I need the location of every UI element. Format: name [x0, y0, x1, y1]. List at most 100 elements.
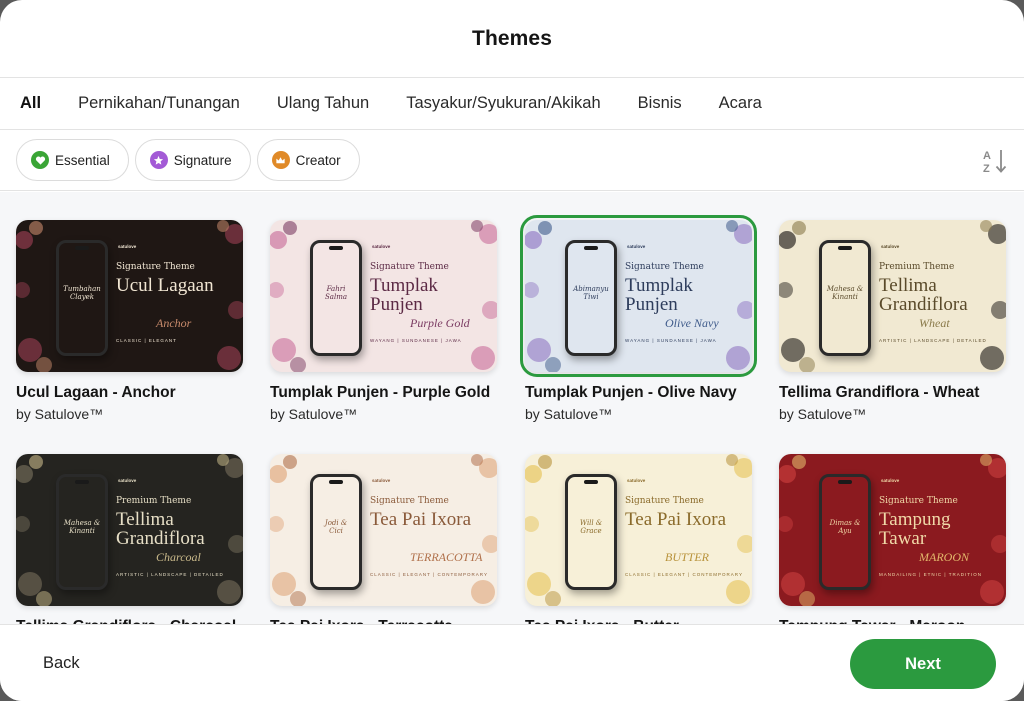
theme-tags-label: ARTISTIC | LANDSCAPE | DETAILED [116, 572, 224, 577]
brand-mark: satulove [881, 244, 900, 249]
theme-tags-label: CLASSIC | ELEGANT [116, 338, 177, 343]
floral-decoration-icon [270, 221, 306, 372]
theme-title: Tumplak Punjen - Purple Gold [270, 384, 491, 401]
theme-tier-label: Signature Theme [116, 262, 195, 272]
theme-card[interactable]: Will & Grace satulove Signature Theme Te… [525, 454, 752, 624]
theme-title: Tumplak Punjen - Olive Navy [525, 384, 737, 401]
floral-decoration-icon [270, 455, 306, 606]
tab-ulang-tahun[interactable]: Ulang Tahun [277, 94, 369, 113]
theme-variant-label: Wheat [919, 316, 950, 330]
theme-name-label: Tampung Tawar [879, 509, 951, 549]
theme-thumbnail: Mahesa & Kinanti satulove Premium Theme … [779, 220, 1006, 372]
theme-author: by Satulove™ [525, 406, 613, 422]
filter-chip-label: Signature [173, 152, 232, 168]
theme-thumbnail: Mahesa & Kinanti satulove Premium Theme … [16, 454, 243, 606]
filter-chip-signature[interactable]: Signature [134, 139, 251, 181]
theme-tags-label: ARTISTIC | LANDSCAPE | DETAILED [879, 338, 987, 343]
modal-footer: Back Next [0, 624, 1024, 701]
tab-bisnis[interactable]: Bisnis [638, 94, 682, 113]
category-tabs: All Pernikahan/Tunangan Ulang Tahun Tasy… [0, 78, 1024, 130]
theme-tags-label: MANDAILING | ETNIC | TRADITION [879, 572, 983, 577]
theme-thumbnail: Dimas & Ayu satulove Signature Theme Tam… [779, 454, 1006, 606]
theme-tier-label: Premium Theme [116, 496, 192, 506]
theme-card[interactable]: Fahri Salma satulove Signature Theme Tum… [270, 220, 497, 422]
theme-variant-label: MAROON [919, 550, 969, 564]
theme-tier-label: Signature Theme [879, 496, 958, 506]
floral-decoration-icon [217, 220, 243, 370]
svg-text:Z: Z [983, 163, 990, 174]
floral-decoration-icon [471, 454, 497, 604]
floral-decoration-icon [525, 455, 561, 606]
next-button[interactable]: Next [850, 639, 996, 689]
phone-mockup: Will & Grace [565, 474, 617, 590]
theme-tags-label: CLASSIC | ELEGANT | CONTEMPORARY [370, 572, 488, 577]
theme-thumbnail: Abimanyu Tiwi satulove Signature Theme T… [520, 215, 757, 377]
modal-header: Themes [0, 0, 1024, 78]
theme-name-label: Tellima Grandiflora [116, 509, 205, 549]
brand-mark: satulove [372, 478, 391, 483]
tab-tasyakur-syukuran-akikah[interactable]: Tasyakur/Syukuran/Akikah [406, 94, 600, 113]
theme-tier-label: Signature Theme [625, 262, 704, 272]
theme-title: Ucul Lagaan - Anchor [16, 384, 176, 401]
theme-name-label: Tea Pai Ixora [625, 509, 727, 530]
themes-modal: Themes All Pernikahan/Tunangan Ulang Tah… [0, 0, 1024, 701]
theme-tags-label: WAYANG | SUNDANESE | JAWA [625, 338, 717, 343]
theme-card[interactable]: Jodi & Cici satulove Signature Theme Tea… [270, 454, 497, 624]
theme-card[interactable]: Abimanyu Tiwi satulove Signature Theme T… [520, 215, 757, 422]
theme-card[interactable]: Mahesa & Kinanti satulove Premium Theme … [779, 220, 1006, 422]
theme-tier-label: Premium Theme [879, 262, 955, 272]
tab-all[interactable]: All [20, 94, 41, 113]
theme-tier-label: Signature Theme [370, 262, 449, 272]
theme-name-label: Tumplak Punjen [370, 275, 438, 315]
theme-name-label: Tellima Grandiflora [879, 275, 968, 315]
crown-icon [271, 151, 290, 169]
theme-tags-label: CLASSIC | ELEGANT | CONTEMPORARY [625, 572, 743, 577]
theme-variant-label: Anchor [156, 316, 192, 330]
filter-chip-label: Creator [295, 152, 341, 168]
phone-mockup: Jodi & Cici [310, 474, 362, 590]
brand-mark: satulove [627, 478, 646, 483]
theme-variant-label: Olive Navy [665, 316, 719, 330]
theme-card[interactable]: Mahesa & Kinanti satulove Premium Theme … [16, 454, 243, 624]
floral-decoration-icon [525, 221, 561, 372]
phone-mockup: Abimanyu Tiwi [565, 240, 617, 356]
theme-variant-label: Purple Gold [410, 316, 470, 330]
theme-name-label: Ucul Lagaan [116, 275, 214, 296]
theme-thumbnail: Will & Grace satulove Signature Theme Te… [525, 454, 752, 606]
floral-decoration-icon [779, 455, 815, 606]
theme-thumbnail: Tumbahan Clayek satulove Signature Theme… [16, 220, 243, 372]
phone-mockup: Fahri Salma [310, 240, 362, 356]
brand-mark: satulove [372, 244, 391, 249]
filter-bar: Essential Signature Creator A Z [0, 130, 1024, 191]
theme-name-label: Tumplak Punjen [625, 275, 693, 315]
page-title: Themes [472, 26, 552, 50]
brand-mark: satulove [118, 478, 137, 483]
theme-author: by Satulove™ [779, 406, 867, 422]
theme-tier-label: Signature Theme [625, 496, 704, 506]
brand-mark: satulove [627, 244, 646, 249]
floral-decoration-icon [16, 221, 52, 372]
theme-card[interactable]: Dimas & Ayu satulove Signature Theme Tam… [779, 454, 1006, 624]
back-button[interactable]: Back [43, 654, 80, 673]
theme-thumbnail: Jodi & Cici satulove Signature Theme Tea… [270, 454, 497, 606]
tab-acara[interactable]: Acara [719, 94, 762, 113]
theme-card[interactable]: Tumbahan Clayek satulove Signature Theme… [16, 220, 243, 422]
phone-mockup: Dimas & Ayu [819, 474, 871, 590]
phone-mockup: Tumbahan Clayek [56, 240, 108, 356]
tab-pernikahan-tunangan[interactable]: Pernikahan/Tunangan [78, 94, 240, 113]
theme-title: Tellima Grandiflora - Wheat [779, 384, 980, 401]
brand-mark: satulove [118, 244, 137, 249]
floral-decoration-icon [779, 221, 815, 372]
phone-mockup: Mahesa & Kinanti [819, 240, 871, 356]
filter-chip-essential[interactable]: Essential [16, 139, 129, 181]
theme-thumbnail: Fahri Salma satulove Signature Theme Tum… [270, 220, 497, 372]
theme-tags-label: WAYANG | SUNDANESE | JAWA [370, 338, 462, 343]
sort-az-icon[interactable]: A Z [982, 148, 1008, 175]
theme-variant-label: TERRACOTTA [410, 550, 483, 564]
theme-name-label: Tea Pai Ixora [370, 509, 472, 530]
theme-author: by Satulove™ [16, 406, 104, 422]
theme-grid: Tumbahan Clayek satulove Signature Theme… [0, 192, 1024, 624]
filter-chip-creator[interactable]: Creator [256, 139, 360, 181]
floral-decoration-icon [726, 454, 752, 604]
heart-icon [31, 151, 49, 169]
